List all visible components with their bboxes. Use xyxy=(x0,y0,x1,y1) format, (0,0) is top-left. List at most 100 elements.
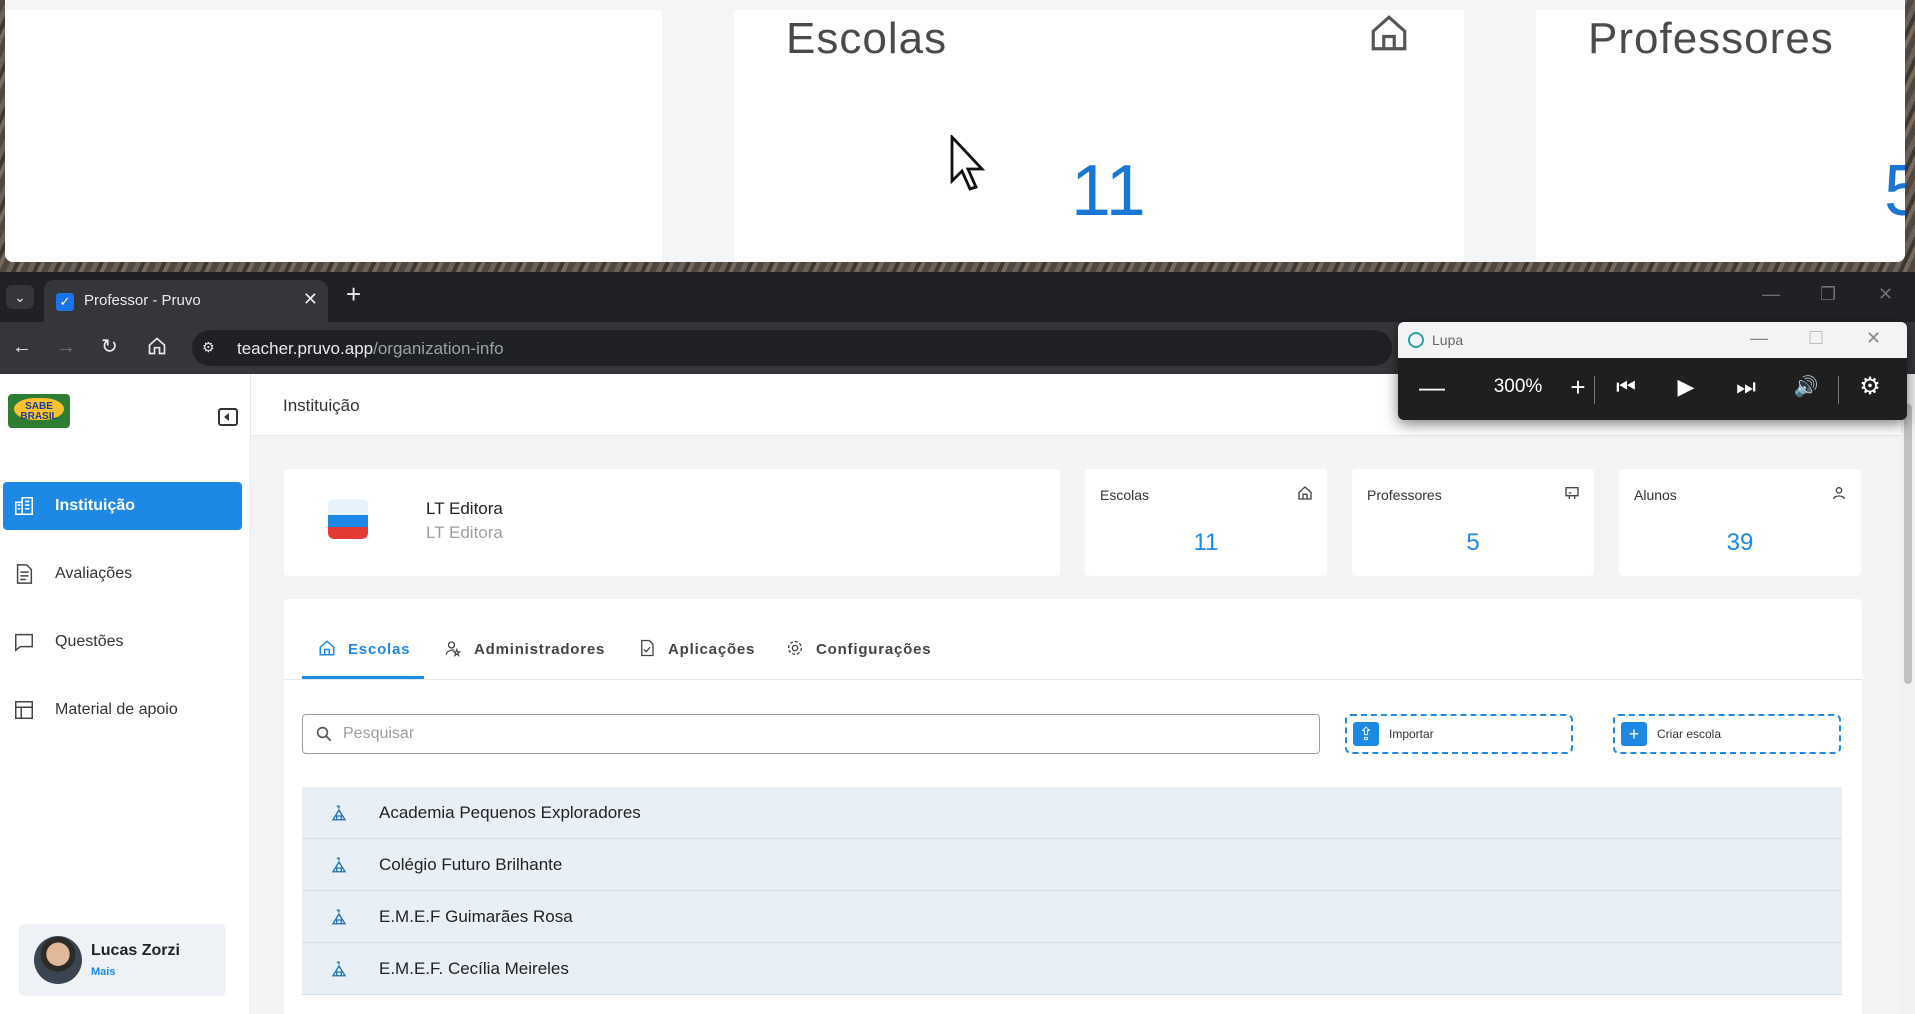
create-school-button[interactable]: + Criar escola xyxy=(1613,714,1841,754)
magnified-teachers-title: Professores xyxy=(1588,14,1834,63)
collapse-sidebar-icon[interactable] xyxy=(218,408,238,426)
settings-gear-icon[interactable]: ⚙ xyxy=(1852,372,1888,402)
maximize-icon[interactable]: ❐ xyxy=(1820,284,1836,305)
magnifier-minimize-icon[interactable]: — xyxy=(1750,328,1768,349)
search-icon xyxy=(316,726,332,742)
tab-title: Professor - Pruvo xyxy=(84,292,201,309)
person-icon xyxy=(1833,487,1845,500)
magnifier-toolbar: — 300% + ⏮ ▶ ⏭ 🔊 ⚙ xyxy=(1398,358,1907,420)
user-name: Lucas Zorzi xyxy=(91,942,180,959)
magnifier-maximize-icon[interactable]: ☐ xyxy=(1808,328,1824,349)
building-icon xyxy=(14,496,34,516)
house-icon xyxy=(1298,486,1312,500)
sidebar-item-label: Avaliações xyxy=(55,565,133,582)
magnified-teachers-card: Professores 5 xyxy=(1536,10,1905,262)
sidebar-item-avaliacoes[interactable]: Avaliações xyxy=(3,550,242,598)
stat-value: 11 xyxy=(1193,529,1219,556)
back-arrow-icon[interactable]: ← xyxy=(12,336,32,358)
school-list: Academia Pequenos Exploradores Colégio F… xyxy=(302,787,1842,995)
magnifier-view: Escolas 11 Professores 5 xyxy=(5,0,1905,262)
organization-name: LT Editora xyxy=(426,499,503,518)
logo-text: SABE BRASIL xyxy=(20,401,58,422)
avatar xyxy=(34,936,82,984)
school-name: E.M.E.F Guimarães Rosa xyxy=(379,907,573,926)
home-icon[interactable] xyxy=(147,336,167,356)
magnified-schools-value: 11 xyxy=(1071,151,1146,231)
tabs-divider xyxy=(284,679,1862,680)
url-text: teacher.pruvo.app/organization-info xyxy=(237,339,504,359)
site-info-icon[interactable]: ⚙ xyxy=(202,339,215,356)
organization-card: LT Editora LT Editora xyxy=(284,469,1060,576)
sidebar-item-label: Instituição xyxy=(55,497,136,514)
magnifier-app-icon xyxy=(1408,332,1424,348)
sidebar-item-instituicao[interactable]: Instituição xyxy=(3,482,242,530)
import-button[interactable]: ⇪ Importar xyxy=(1345,714,1573,754)
layout-icon xyxy=(15,701,33,719)
magnified-org-card xyxy=(5,10,662,262)
toolbar-separator xyxy=(1838,376,1839,404)
zoom-level: 300% xyxy=(1493,376,1543,397)
tab-bar: ⌄ ✓ Professor - Pruvo ✕ + — ❐ ✕ xyxy=(0,272,1915,322)
close-window-icon[interactable]: ✕ xyxy=(1878,284,1893,305)
zoom-in-icon[interactable]: + xyxy=(1560,372,1596,402)
url-host: teacher.pruvo.app xyxy=(237,339,374,358)
user-more-link[interactable]: Mais xyxy=(91,966,115,978)
list-item[interactable]: Academia Pequenos Exploradores xyxy=(302,787,1842,839)
import-label: Importar xyxy=(1389,727,1434,741)
plus-icon: + xyxy=(1621,722,1647,746)
user-profile[interactable]: Lucas Zorzi Mais xyxy=(19,924,226,996)
next-icon[interactable]: ⏭ xyxy=(1728,372,1764,402)
user-star-icon xyxy=(445,641,462,657)
school-name: Colégio Futuro Brilhante xyxy=(379,855,563,874)
school-icon xyxy=(331,805,347,821)
chat-icon xyxy=(15,633,33,652)
content-tabs: Escolas Administradores Aplicações Confi… xyxy=(302,599,1842,679)
sidebar: SABE BRASIL Instituição Avaliações Quest… xyxy=(0,374,251,1014)
magnifier-title-bar[interactable]: Lupa — ☐ ✕ xyxy=(1398,322,1907,358)
file-check-icon xyxy=(641,639,654,657)
tab-label: Escolas xyxy=(348,641,411,658)
upload-icon: ⇪ xyxy=(1353,722,1379,746)
search-field[interactable] xyxy=(302,714,1320,754)
organization-logo xyxy=(328,499,368,539)
previous-icon[interactable]: ⏮ xyxy=(1608,372,1644,402)
stat-label: Professores xyxy=(1367,487,1442,503)
reload-icon[interactable]: ↻ xyxy=(101,336,118,358)
magnified-house-icon xyxy=(1371,15,1407,51)
new-tab-button[interactable]: + xyxy=(346,281,361,307)
tab-label: Configurações xyxy=(816,641,932,658)
play-icon[interactable]: ▶ xyxy=(1668,372,1704,402)
search-input[interactable] xyxy=(343,723,1303,745)
stat-card-alunos: Alunos 39 xyxy=(1619,469,1861,576)
magnifier-window: Lupa — ☐ ✕ — 300% + ⏮ ▶ ⏭ 🔊 ⚙ xyxy=(1398,322,1907,420)
magnified-schools-title: Escolas xyxy=(786,14,948,63)
page-scrollbar[interactable] xyxy=(1901,374,1915,1014)
list-item[interactable]: Colégio Futuro Brilhante xyxy=(302,839,1842,891)
scrollbar-thumb[interactable] xyxy=(1904,404,1912,684)
minimize-icon[interactable]: — xyxy=(1762,284,1780,305)
organization-subtitle: LT Editora xyxy=(426,523,503,542)
list-item[interactable]: E.M.E.F. Cecília Meireles xyxy=(302,943,1842,995)
forward-arrow-icon[interactable]: → xyxy=(56,336,76,358)
address-bar[interactable]: ⚙ teacher.pruvo.app/organization-info xyxy=(192,330,1392,366)
school-icon xyxy=(331,909,347,925)
list-item[interactable]: E.M.E.F Guimarães Rosa xyxy=(302,891,1842,943)
tab-label: Administradores xyxy=(474,641,606,658)
magnifier-title: Lupa xyxy=(1432,332,1464,348)
sidebar-item-label: Questões xyxy=(55,633,124,650)
zoom-out-icon[interactable]: — xyxy=(1414,372,1450,402)
sidebar-item-material[interactable]: Material de apoio xyxy=(3,686,242,734)
sabe-brasil-logo[interactable]: SABE BRASIL xyxy=(8,394,70,428)
tab-close-icon[interactable]: ✕ xyxy=(303,289,318,310)
stat-value: 39 xyxy=(1726,529,1754,556)
document-icon xyxy=(16,564,33,584)
read-from-here-icon[interactable]: 🔊 xyxy=(1788,372,1824,402)
sidebar-item-questoes[interactable]: Questões xyxy=(3,618,242,666)
page-title: Instituição xyxy=(283,396,360,415)
schools-panel: Escolas Administradores Aplicações Confi… xyxy=(284,599,1862,1014)
tab-search-button[interactable]: ⌄ xyxy=(6,285,34,309)
magnifier-close-icon[interactable]: ✕ xyxy=(1866,328,1881,349)
school-icon xyxy=(331,961,347,977)
sidebar-item-label: Material de apoio xyxy=(55,701,178,718)
browser-tab[interactable]: ✓ Professor - Pruvo ✕ xyxy=(44,280,328,322)
